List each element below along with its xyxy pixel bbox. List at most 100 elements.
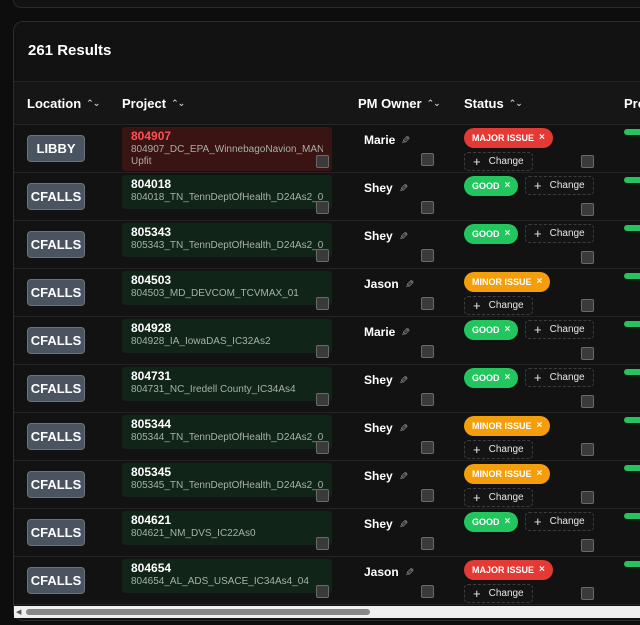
project-cell[interactable]: 805345 805345_TN_TennDeptOfHealth_D24As2… [122,463,332,497]
project-name: 805344_TN_TennDeptOfHealth_D24As2_03 [131,432,323,443]
project-checkbox[interactable] [316,155,329,168]
project-checkbox[interactable] [316,489,329,502]
edit-pencil-icon[interactable]: ✎ [401,326,410,339]
edit-pencil-icon[interactable]: ✎ [399,422,408,435]
results-count: 261 Results [28,42,112,59]
change-status-button[interactable]: + Change [525,368,594,387]
progress-bar [624,513,640,519]
remove-status-icon[interactable]: × [505,512,511,532]
change-status-button[interactable]: + Change [464,152,533,171]
project-cell[interactable]: 804928 804928_IA_IowaDAS_IC32As2 [122,319,332,353]
change-status-button[interactable]: + Change [464,488,533,507]
scroll-left-icon[interactable]: ◀ [16,608,21,616]
change-label: Change [488,492,524,503]
location-button[interactable]: CFALLS [27,567,85,594]
column-progress[interactable]: Pro [624,96,640,111]
remove-status-icon[interactable]: × [505,176,511,196]
pm-checkbox[interactable] [421,393,434,406]
status-label: MAJOR ISSUE [472,565,535,575]
remove-status-icon[interactable]: × [537,416,543,436]
column-pm-owner[interactable]: PM Owner ⌃⌄ [358,96,441,111]
progress-bar [624,129,640,135]
column-status[interactable]: Status ⌃⌄ [464,96,523,111]
edit-pencil-icon[interactable]: ✎ [399,470,408,483]
change-status-button[interactable]: + Change [525,176,594,195]
project-checkbox[interactable] [316,345,329,358]
location-button[interactable]: CFALLS [27,423,85,450]
project-checkbox[interactable] [316,201,329,214]
status-checkbox[interactable] [581,347,594,360]
project-checkbox[interactable] [316,297,329,310]
horizontal-scrollbar[interactable]: ◀ [14,606,640,618]
change-status-button[interactable]: + Change [464,584,533,603]
project-cell[interactable]: 804503 804503_MD_DEVCOM_TCVMAX_01 [122,271,332,305]
status-checkbox[interactable] [581,299,594,312]
change-status-button[interactable]: + Change [464,296,533,315]
table-row: CFALLS 805344 805344_TN_TennDeptOfHealth… [14,413,640,461]
edit-pencil-icon[interactable]: ✎ [405,566,414,579]
remove-status-icon[interactable]: × [537,464,543,484]
project-checkbox[interactable] [316,537,329,550]
change-status-button[interactable]: + Change [525,224,594,243]
scrollbar-thumb[interactable] [26,609,370,615]
pm-checkbox[interactable] [421,201,434,214]
status-checkbox[interactable] [581,491,594,504]
edit-pencil-icon[interactable]: ✎ [399,230,408,243]
location-button[interactable]: CFALLS [27,279,85,306]
location-button[interactable]: LIBBY [27,135,85,162]
edit-pencil-icon[interactable]: ✎ [399,518,408,531]
edit-pencil-icon[interactable]: ✎ [401,134,410,147]
change-status-button[interactable]: + Change [525,512,594,531]
project-cell[interactable]: 804907 804907_DC_EPA_WinnebagoNavion_MAN… [122,127,332,171]
location-button[interactable]: CFALLS [27,375,85,402]
project-checkbox[interactable] [316,585,329,598]
pm-owner: Shey ✎ [364,517,408,531]
edit-pencil-icon[interactable]: ✎ [405,278,414,291]
status-checkbox[interactable] [581,251,594,264]
change-status-button[interactable]: + Change [464,440,533,459]
project-cell[interactable]: 805343 805343_TN_TennDeptOfHealth_D24As2… [122,223,332,257]
status-badge: GOOD × [464,176,519,196]
status-checkbox[interactable] [581,203,594,216]
pm-checkbox[interactable] [421,537,434,550]
project-checkbox[interactable] [316,249,329,262]
location-button[interactable]: CFALLS [27,471,85,498]
project-cell[interactable]: 804018 804018_TN_TennDeptOfHealth_D24As2… [122,175,332,209]
change-status-button[interactable]: + Change [525,320,594,339]
pm-checkbox[interactable] [421,585,434,598]
pm-checkbox[interactable] [421,153,434,166]
remove-status-icon[interactable]: × [539,560,545,580]
column-location[interactable]: Location ⌃⌄ [27,96,100,111]
project-checkbox[interactable] [316,441,329,454]
location-button[interactable]: CFALLS [27,183,85,210]
table-row: CFALLS 804654 804654_AL_ADS_USACE_IC34As… [14,557,640,605]
location-button[interactable]: CFALLS [27,327,85,354]
pm-checkbox[interactable] [421,489,434,502]
remove-status-icon[interactable]: × [539,128,545,148]
status-checkbox[interactable] [581,443,594,456]
pm-checkbox[interactable] [421,297,434,310]
pm-name: Shey [364,181,393,195]
edit-pencil-icon[interactable]: ✎ [399,374,408,387]
project-checkbox[interactable] [316,393,329,406]
remove-status-icon[interactable]: × [505,320,511,340]
project-cell[interactable]: 805344 805344_TN_TennDeptOfHealth_D24As2… [122,415,332,449]
pm-checkbox[interactable] [421,249,434,262]
remove-status-icon[interactable]: × [505,224,511,244]
status-checkbox[interactable] [581,155,594,168]
project-cell[interactable]: 804654 804654_AL_ADS_USACE_IC34As4_04 [122,559,332,593]
column-project[interactable]: Project ⌃⌄ [122,96,185,111]
status-checkbox[interactable] [581,395,594,408]
pm-checkbox[interactable] [421,441,434,454]
project-cell[interactable]: 804731 804731_NC_Iredell County_IC34As4 [122,367,332,401]
status-checkbox[interactable] [581,539,594,552]
edit-pencil-icon[interactable]: ✎ [399,182,408,195]
pm-checkbox[interactable] [421,345,434,358]
location-button[interactable]: CFALLS [27,519,85,546]
status-label: GOOD [472,517,500,527]
status-checkbox[interactable] [581,587,594,600]
project-cell[interactable]: 804621 804621_NM_DVS_IC22As0 [122,511,332,545]
remove-status-icon[interactable]: × [505,368,511,388]
location-button[interactable]: CFALLS [27,231,85,258]
remove-status-icon[interactable]: × [537,272,543,292]
